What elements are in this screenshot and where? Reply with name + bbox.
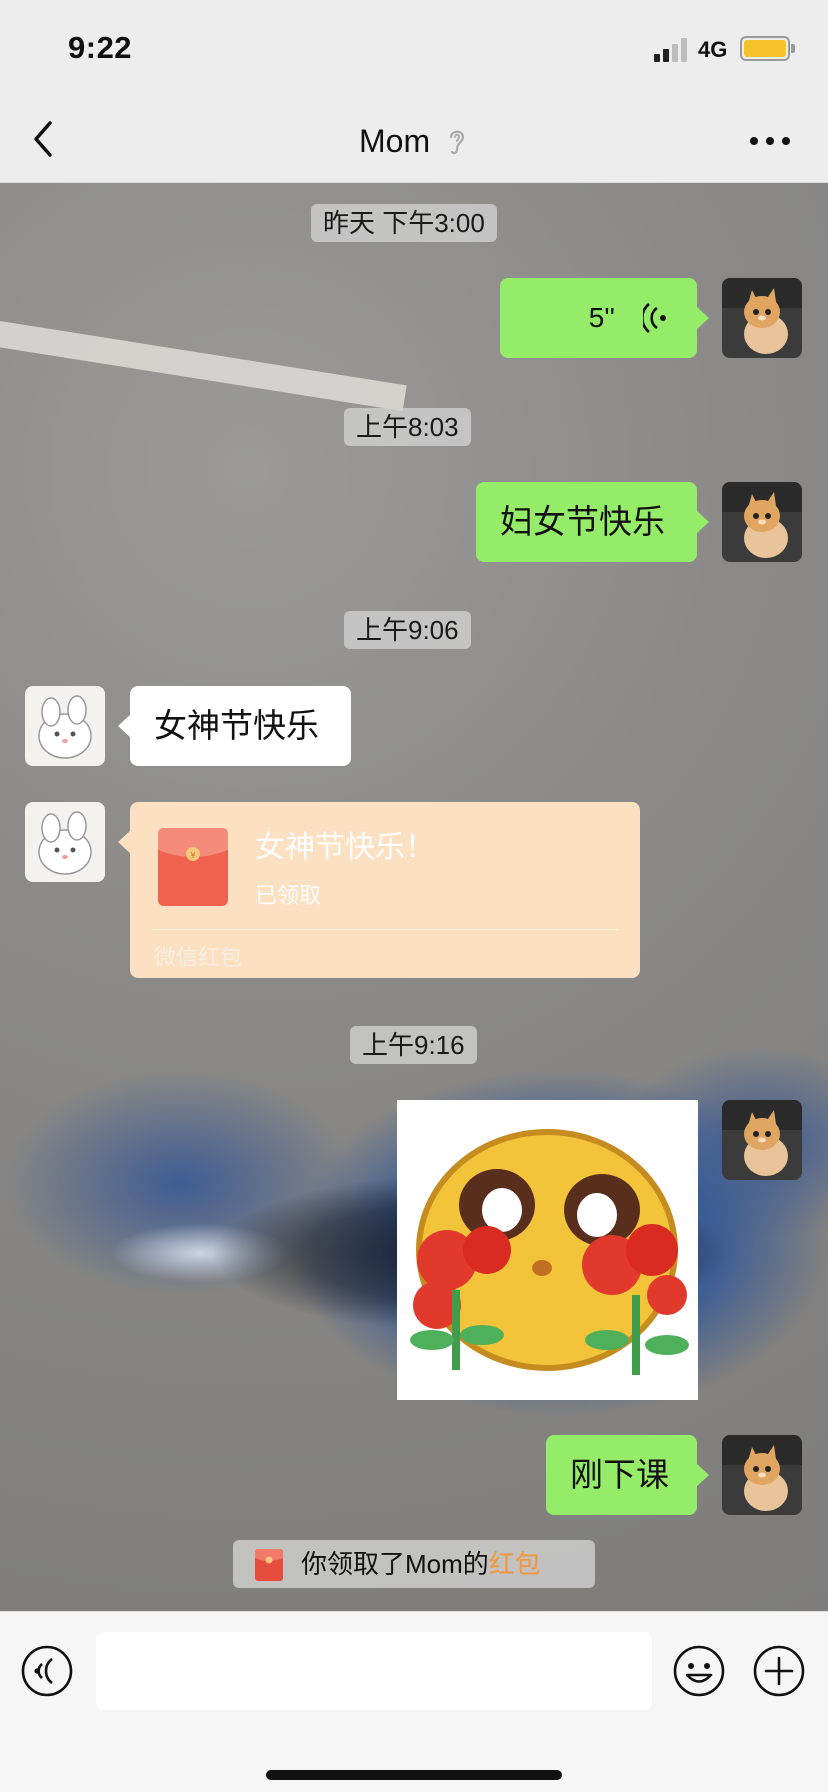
message-text: 刚下课: [570, 1456, 669, 1493]
message-text: 妇女节快乐: [500, 503, 665, 540]
ear-icon: [449, 130, 465, 154]
status-time: 9:22: [68, 30, 133, 65]
red-packet-status: 已领取: [255, 883, 322, 908]
notice-text: 你领取了Mom的红包: [301, 1540, 541, 1588]
my-avatar[interactable]: [722, 1435, 802, 1515]
red-packet-link[interactable]: 红包: [489, 1549, 541, 1579]
red-packet-notice: 你领取了Mom的红包: [233, 1540, 595, 1588]
my-avatar[interactable]: [722, 482, 802, 562]
timestamp: 昨天 下午3:00: [311, 204, 497, 242]
my-avatar[interactable]: [722, 1100, 802, 1180]
voice-toggle-button[interactable]: [20, 1644, 74, 1698]
status-bar: 9:22 4G: [0, 0, 828, 95]
red-packet-title: 女神节快乐！: [255, 831, 435, 864]
timestamp: 上午8:03: [344, 408, 471, 446]
red-packet-footer: 微信红包: [154, 945, 243, 970]
sticker-image[interactable]: [397, 1100, 698, 1400]
red-packet-card[interactable]: ¥ 女神节快乐！ 已领取 微信红包: [118, 802, 640, 978]
contact-avatar[interactable]: [25, 686, 105, 766]
red-packet-icon: [255, 1549, 283, 1581]
timestamp: 上午9:06: [344, 611, 471, 649]
voice-duration: 5'': [588, 302, 615, 333]
more-icon: [750, 137, 790, 145]
chat-title: Mom: [0, 121, 828, 160]
message-text: 女神节快乐: [154, 707, 319, 744]
text-message-bubble[interactable]: 女神节快乐: [118, 686, 351, 766]
text-message-bubble[interactable]: 妇女节快乐: [476, 482, 709, 562]
voice-toggle-icon: [21, 1645, 73, 1697]
svg-text:¥: ¥: [190, 851, 195, 860]
network-type: 4G: [698, 37, 728, 62]
text-message-bubble[interactable]: 刚下课: [546, 1435, 709, 1515]
notice-message: 你领取了Mom的: [301, 1549, 489, 1579]
chat-title-text: Mom: [359, 123, 431, 160]
red-packet-icon: ¥: [158, 828, 228, 906]
home-indicator[interactable]: [266, 1770, 562, 1780]
emoji-icon: [673, 1645, 725, 1697]
nav-bar: Mom: [0, 95, 828, 183]
signal-icon: [654, 38, 688, 62]
battery-icon: [740, 36, 795, 61]
voice-wave-icon: [643, 302, 666, 334]
my-avatar[interactable]: [722, 278, 802, 358]
plus-icon: [753, 1645, 805, 1697]
contact-avatar[interactable]: [25, 802, 105, 882]
more-options-button[interactable]: [752, 1644, 806, 1698]
more-button[interactable]: [748, 131, 792, 151]
input-bar: [0, 1611, 828, 1792]
divider: [152, 929, 618, 930]
timestamp: 上午9:16: [350, 1026, 477, 1064]
emoji-button[interactable]: [672, 1644, 726, 1698]
message-input[interactable]: [96, 1632, 652, 1710]
voice-message-bubble[interactable]: 5'': [500, 278, 709, 358]
